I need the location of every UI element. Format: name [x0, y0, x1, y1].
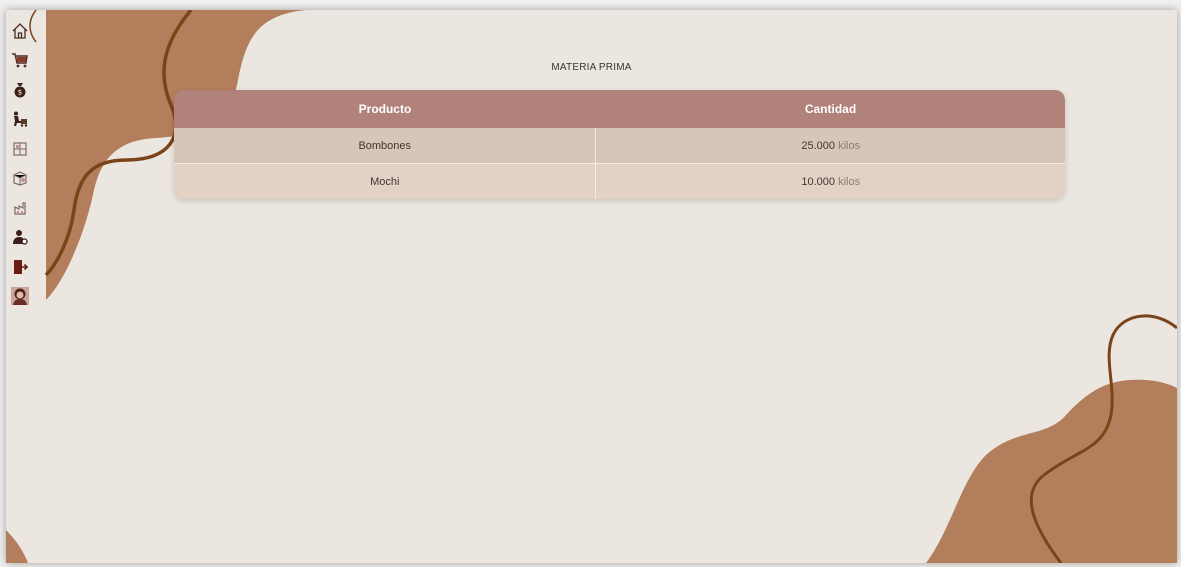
raw-material-table: Producto Cantidad Bombones 25.000 kilos …: [174, 90, 1065, 199]
profile-avatar: [11, 287, 29, 306]
cell-cantidad: 25.000 kilos: [595, 128, 1065, 164]
quantity-unit: kilos: [838, 139, 861, 152]
table-row: Bombones 25.000 kilos: [174, 128, 1065, 164]
quantity-value: 25.000: [801, 139, 836, 152]
svg-text:$: $: [18, 88, 22, 96]
quantity-unit: kilos: [838, 175, 861, 188]
money-bag-icon: $: [14, 82, 26, 98]
delivery-icon: [14, 111, 28, 127]
cell-cantidad: 10.000 kilos: [595, 163, 1065, 199]
nav-home[interactable]: [9, 16, 31, 46]
column-header-cantidad: Cantidad: [595, 90, 1065, 128]
page-title: MATERIA PRIMA: [551, 62, 632, 73]
user-settings-icon: [13, 230, 28, 245]
sidebar: $: [6, 10, 34, 563]
package-icon: [13, 171, 27, 186]
quantity-value: 10.000: [801, 175, 836, 188]
box-icon: [13, 142, 27, 156]
nav-production[interactable]: [9, 193, 31, 223]
production-icon: [14, 202, 26, 215]
nav-profile[interactable]: [9, 282, 31, 312]
nav-finances[interactable]: $: [9, 75, 31, 105]
nav-logout[interactable]: [9, 252, 31, 282]
nav-delivery[interactable]: [9, 105, 31, 135]
column-header-producto: Producto: [174, 90, 596, 128]
table-row: Mochi 10.000 kilos: [174, 163, 1065, 199]
logout-icon: [14, 259, 29, 274]
nav-users[interactable]: [9, 223, 31, 253]
app-window: $ MATERIA PRIMA Producto Cantidad Bombon…: [6, 10, 1177, 563]
cell-producto: Bombones: [174, 128, 596, 164]
table-header-row: Producto Cantidad: [174, 90, 1065, 128]
home-icon: [12, 22, 28, 39]
cell-producto: Mochi: [174, 163, 596, 199]
nav-packages[interactable]: [9, 164, 31, 194]
nav-inventory[interactable]: [9, 134, 31, 164]
